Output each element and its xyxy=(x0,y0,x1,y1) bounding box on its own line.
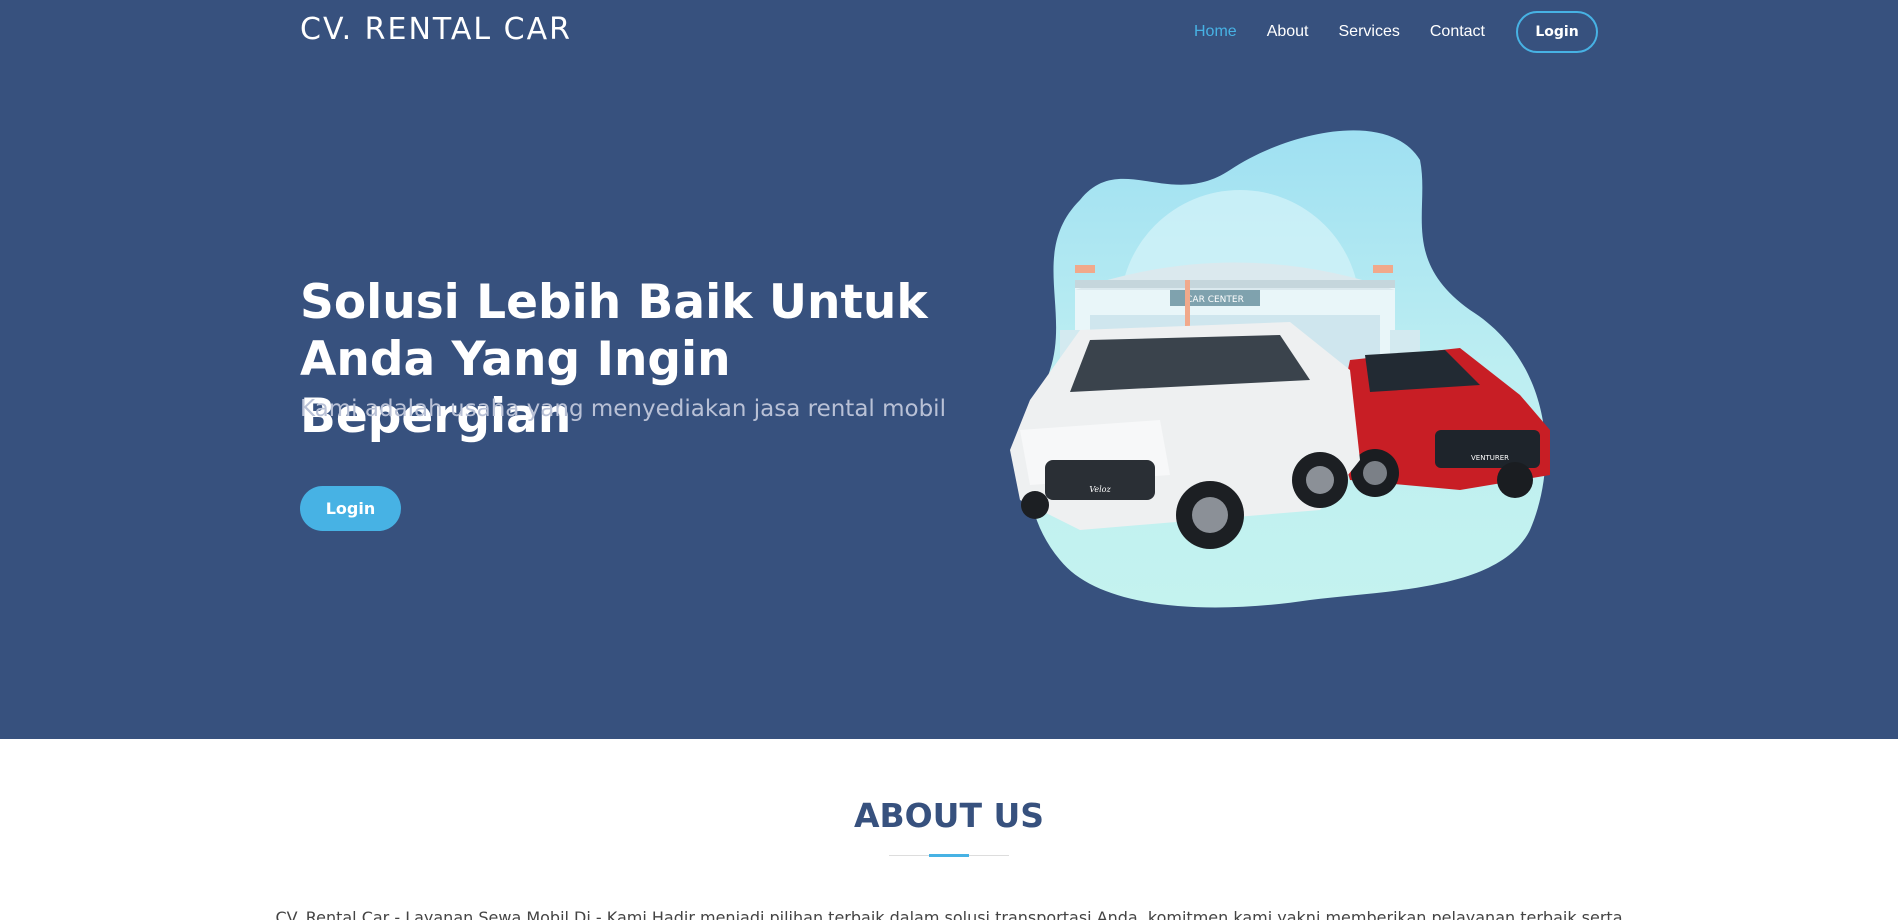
about-divider-accent xyxy=(929,854,969,857)
nav-contact-link[interactable]: Contact xyxy=(1430,23,1485,41)
brand-logo[interactable]: CV. RENTAL CAR xyxy=(300,12,572,47)
about-description: CV. Rental Car - Layanan Sewa Mobil Di -… xyxy=(275,908,1623,920)
white-car-badge: Veloz xyxy=(1089,485,1111,494)
main-nav: Home About Services Contact Login xyxy=(1164,11,1598,53)
nav-services-link[interactable]: Services xyxy=(1339,23,1400,41)
nav-about-link[interactable]: About xyxy=(1267,23,1309,41)
hero-subtitle: Kami adalah usaha yang menyediakan jasa … xyxy=(300,396,946,422)
hero-section: CV. RENTAL CAR Home About Services Conta… xyxy=(0,0,1898,739)
nav-home-link[interactable]: Home xyxy=(1194,23,1237,41)
building-sign: CAR CENTER xyxy=(1186,295,1244,305)
nav-login-button[interactable]: Login xyxy=(1516,11,1598,53)
about-section-title: ABOUT US xyxy=(853,796,1045,835)
hero-login-button[interactable]: Login xyxy=(300,486,401,531)
hero-illustration: CAR CENTER VENTURER Veloz xyxy=(1010,130,1550,608)
red-car-badge: VENTURER xyxy=(1471,454,1509,462)
